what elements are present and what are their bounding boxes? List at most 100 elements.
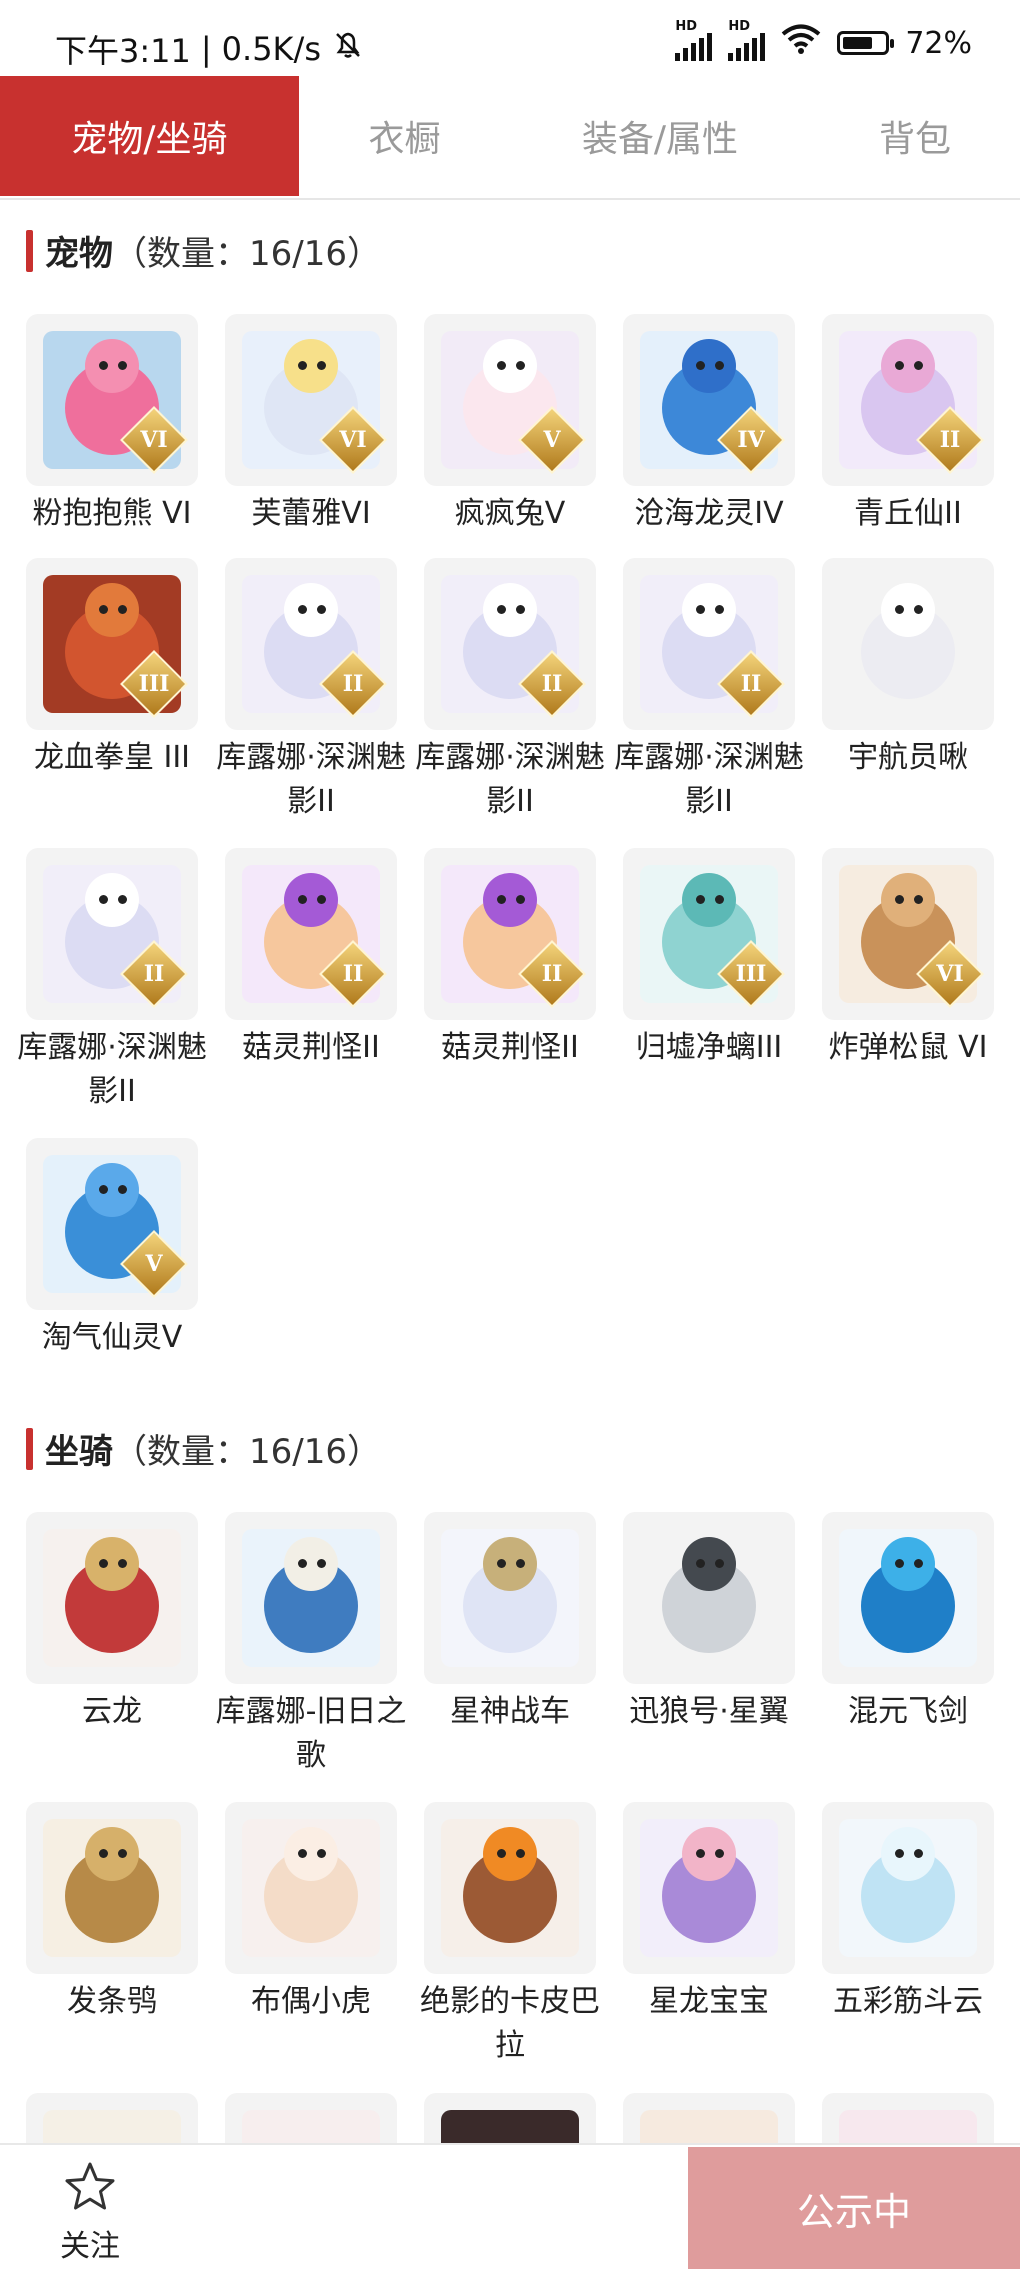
level-badge-text: II [740, 671, 762, 697]
item-card[interactable]: 云龙 [14, 1512, 210, 1734]
item-card[interactable]: VI 粉抱抱熊 VI [14, 314, 210, 536]
public-status-button[interactable]: 公示中 [688, 2147, 1020, 2269]
item-card[interactable]: II 库露娜·深渊魅影II [213, 558, 409, 824]
follow-button[interactable]: 关注 [50, 2159, 130, 2265]
signal-icon: HD [728, 19, 766, 61]
item-thumbnail [225, 1802, 397, 1974]
item-card[interactable]: III 龙血拳皇 III [14, 558, 210, 780]
tab-wardrobe[interactable]: 衣橱 [299, 76, 510, 196]
item-name: 五彩筋斗云 [833, 1984, 983, 2019]
level-badge-text: II [939, 427, 961, 453]
item-name: 库露娜·深渊魅影II [614, 740, 804, 819]
item-thumbnail: VI [822, 848, 994, 1020]
item-name: 淘气仙灵V [41, 1320, 183, 1355]
status-right: HD HD 72% [675, 19, 972, 62]
item-name: 星龙宝宝 [649, 1984, 769, 2019]
item-name: 芙蕾雅VI [251, 496, 371, 531]
item-card[interactable]: VI 炸弹松鼠 VI [810, 848, 1006, 1070]
item-name: 宇航员啾 [848, 740, 968, 775]
item-name: 库露娜·深渊魅影II [415, 740, 605, 819]
item-card[interactable]: II 库露娜·深渊魅影II [412, 558, 608, 824]
item-thumbnail: II [424, 558, 596, 730]
item-card[interactable]: 布偶小虎 [213, 1802, 409, 2024]
item-name: 云龙 [82, 1694, 142, 1729]
item-card[interactable]: 混元飞剑 [810, 1512, 1006, 1734]
item-name: 归墟净螭III [635, 1030, 783, 1065]
item-card[interactable]: VI 芙蕾雅VI [213, 314, 409, 536]
item-thumbnail [424, 1512, 596, 1684]
follow-label: 关注 [60, 2229, 120, 2264]
item-image [242, 1529, 380, 1667]
item-card[interactable]: II 库露娜·深渊魅影II [14, 848, 210, 1114]
item-card[interactable]: 五彩筋斗云 [810, 1802, 1006, 2024]
item-thumbnail [26, 1802, 198, 1974]
level-badge-text: VI [936, 961, 964, 987]
item-card[interactable]: 库露娜-旧日之歌 [213, 1512, 409, 1778]
mounts-count: （数量：16/16） [113, 1432, 381, 1472]
item-image [640, 1529, 778, 1667]
battery-percent: 72% [905, 25, 972, 61]
tab-pets-mounts[interactable]: 宠物/坐骑 [0, 76, 299, 196]
item-thumbnail: II [225, 848, 397, 1020]
level-badge-text: V [145, 1251, 163, 1277]
item-name: 布偶小虎 [251, 1984, 371, 2019]
item-thumbnail [623, 1512, 795, 1684]
pets-count: （数量：16/16） [113, 234, 381, 274]
level-badge-text: II [541, 671, 563, 697]
item-card[interactable]: II 库露娜·深渊魅影II [611, 558, 807, 824]
pets-section-title: 宠物 （数量：16/16） [26, 226, 381, 275]
item-card[interactable]: IV 沧海龙灵IV [611, 314, 807, 536]
item-image [242, 1819, 380, 1957]
item-card[interactable]: II 菇灵荆怪II [213, 848, 409, 1070]
status-bar: 下午3:11 | 0.5K/s HD HD 72% [0, 0, 1020, 76]
item-card[interactable]: 迅狼号·星翼 [611, 1512, 807, 1734]
item-name: 迅狼号·星翼 [629, 1694, 789, 1729]
item-thumbnail: II [225, 558, 397, 730]
level-badge-text: III [735, 961, 767, 987]
item-card[interactable]: 绝影的卡皮巴拉 [412, 1802, 608, 2068]
mounts-section-title: 坐骑 （数量：16/16） [26, 1424, 381, 1473]
section-accent-bar [26, 229, 33, 272]
item-card[interactable]: 宇航员啾 [810, 558, 1006, 780]
level-badge-text: II [342, 961, 364, 987]
item-card[interactable]: V 淘气仙灵V [14, 1138, 210, 1360]
item-thumbnail [822, 1802, 994, 1974]
item-card[interactable]: II 青丘仙II [810, 314, 1006, 536]
item-name: 疯疯兔V [454, 496, 566, 531]
level-badge-text: II [541, 961, 563, 987]
item-name: 库露娜-旧日之歌 [215, 1694, 407, 1773]
level-badge-text: IV [737, 427, 765, 453]
level-badge-text: V [543, 427, 561, 453]
level-badge-text: II [342, 671, 364, 697]
status-left: 下午3:11 | 0.5K/s [55, 26, 365, 72]
item-name: 库露娜·深渊魅影II [216, 740, 406, 819]
item-thumbnail [822, 558, 994, 730]
tab-backpack[interactable]: 背包 [810, 76, 1020, 196]
item-name: 青丘仙II [854, 496, 962, 531]
mute-bell-icon [331, 28, 365, 70]
item-card[interactable]: III 归墟净螭III [611, 848, 807, 1070]
item-thumbnail [623, 1802, 795, 1974]
item-thumbnail: II [26, 848, 198, 1020]
item-thumbnail [26, 1512, 198, 1684]
item-image [839, 575, 977, 713]
item-name: 沧海龙灵IV [634, 496, 784, 531]
item-card[interactable]: V 疯疯兔V [412, 314, 608, 536]
signal-icon: HD [675, 19, 713, 61]
item-image [839, 1819, 977, 1957]
item-thumbnail: VI [225, 314, 397, 486]
item-card[interactable]: 星龙宝宝 [611, 1802, 807, 2024]
item-thumbnail: III [26, 558, 198, 730]
item-card[interactable]: II 菇灵荆怪II [412, 848, 608, 1070]
item-image [43, 1529, 181, 1667]
item-card[interactable]: 星神战车 [412, 1512, 608, 1734]
tab-equipment-attributes[interactable]: 装备/属性 [510, 76, 810, 196]
item-card[interactable]: 发条鸮 [14, 1802, 210, 2024]
bottom-bar: 关注 公示中 [0, 2143, 1020, 2269]
wifi-icon [781, 24, 821, 62]
item-thumbnail [225, 1512, 397, 1684]
item-name: 粉抱抱熊 VI [32, 496, 192, 531]
status-time: 下午3:11 [55, 32, 191, 70]
item-name: 菇灵荆怪II [242, 1030, 380, 1065]
status-separator: | [200, 30, 212, 68]
